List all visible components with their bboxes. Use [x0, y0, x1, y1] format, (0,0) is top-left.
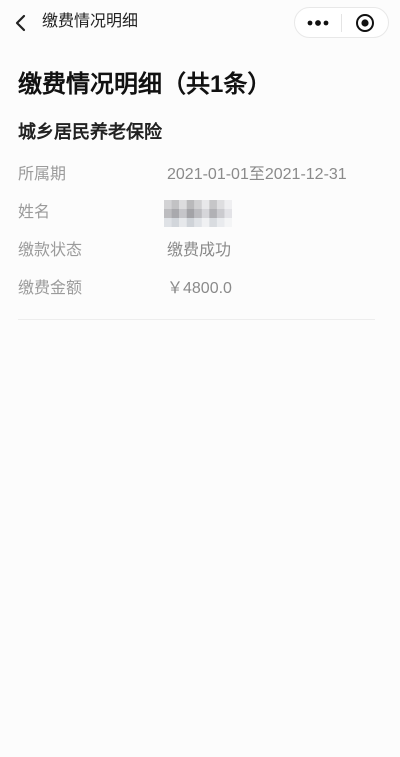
mosaic-pixel [209, 200, 218, 209]
mosaic-pixel [194, 209, 202, 218]
mosaic-pixel [171, 209, 180, 218]
navigation-bar: 缴费情况明细 [0, 0, 400, 46]
target-circle-icon [356, 13, 374, 32]
mosaic-pixel [201, 209, 210, 218]
field-row-status: 缴款状态 缴费成功 [0, 232, 400, 270]
mosaic-pixel [216, 218, 225, 227]
more-dots-icon [307, 19, 329, 26]
page-title: 缴费情况明细（共1条） [18, 71, 272, 98]
mosaic-pixel [186, 218, 195, 227]
field-row-name: 姓名 [0, 194, 400, 232]
mosaic-pixel [209, 209, 218, 218]
mosaic-pixel [164, 200, 172, 209]
field-row-amount: 缴费金额 ￥4800.0 [0, 270, 400, 308]
payment-detail-list: 所属期 2021-01-01至2021-12-31 姓名 缴款状态 缴费成功 缴… [0, 156, 400, 308]
mosaic-pixel [186, 209, 195, 218]
back-button[interactable] [7, 9, 35, 37]
mosaic-pixel [194, 218, 202, 227]
mosaic-pixel [201, 218, 210, 227]
mini-program-capsule [294, 7, 389, 38]
mosaic-pixel [171, 200, 180, 209]
mosaic-pixel [179, 200, 187, 209]
mosaic-pixel [216, 209, 225, 218]
field-label: 姓名 [18, 204, 51, 221]
status-value: 缴费成功 [167, 242, 232, 259]
more-button[interactable] [295, 8, 341, 37]
mosaic-pixel [216, 200, 225, 209]
record-divider [18, 319, 375, 320]
field-row-period: 所属期 2021-01-01至2021-12-31 [0, 156, 400, 194]
insurance-category-heading: 城乡居民养老保险 [18, 122, 162, 142]
mosaic-pixel [194, 200, 202, 209]
mosaic-pixel [179, 218, 187, 227]
mosaic-pixel [164, 209, 172, 218]
field-label: 缴款状态 [18, 242, 83, 259]
mosaic-pixel [171, 218, 180, 227]
amount-value: ￥4800.0 [167, 280, 232, 297]
close-button[interactable] [342, 8, 388, 37]
field-label: 缴费金额 [18, 280, 83, 297]
mosaic-pixel [164, 218, 172, 227]
mosaic-pixel [224, 200, 232, 209]
mosaic-pixel [224, 218, 232, 227]
name-value-mosaic [164, 200, 232, 227]
mosaic-pixel [209, 218, 218, 227]
mosaic-pixel [224, 209, 232, 218]
field-value: 2021-01-01至2021-12-31 [167, 166, 347, 183]
chevron-left-icon [15, 14, 26, 32]
mosaic-pixel [201, 200, 210, 209]
mosaic-pixel [179, 209, 187, 218]
mosaic-pixel [186, 200, 195, 209]
nav-title: 缴费情况明细 [42, 13, 139, 30]
field-label: 所属期 [18, 166, 67, 183]
